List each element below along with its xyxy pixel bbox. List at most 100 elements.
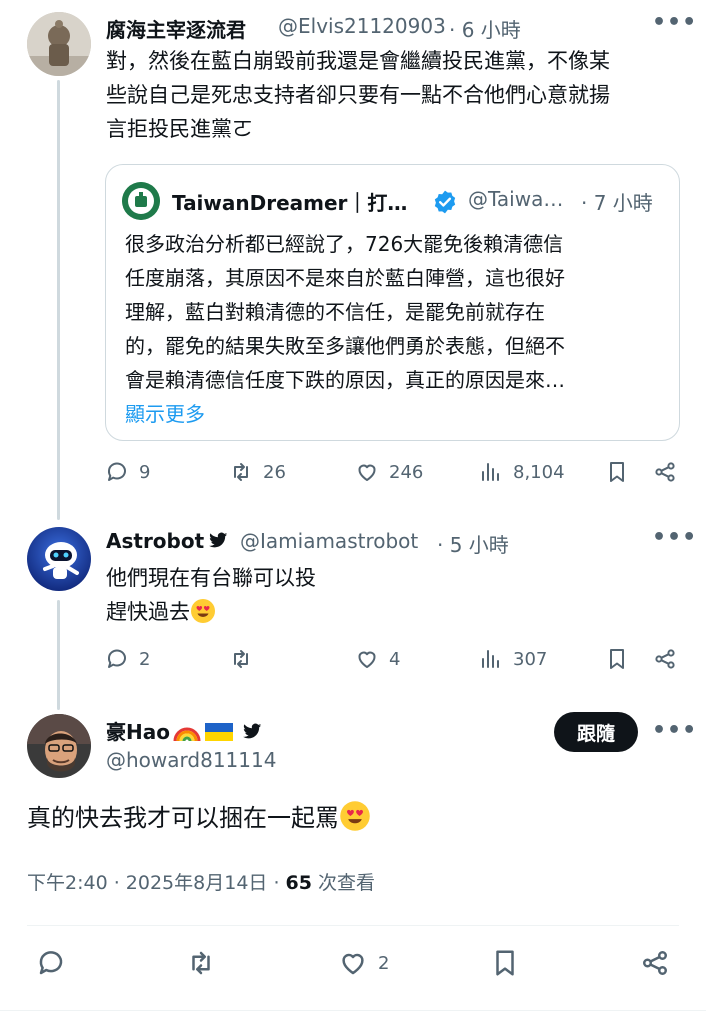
display-name[interactable]: 豪Hao: [106, 716, 264, 745]
like-button[interactable]: 246: [355, 460, 423, 484]
tweet-text-line: 對，然後在藍白崩毀前我還是會繼續投民進黨，不像某: [106, 49, 610, 73]
show-more-link[interactable]: 顯示更多: [125, 397, 665, 431]
tweet-actions: 2: [36, 948, 686, 984]
like-icon: [358, 651, 376, 668]
like-button[interactable]: 4: [355, 647, 400, 671]
views-icon: [482, 463, 499, 481]
reply-icon: [39, 951, 63, 975]
retweet-button[interactable]: [186, 948, 216, 978]
user-handle[interactable]: @Elvis21120903: [278, 14, 446, 38]
more-icon[interactable]: •••: [652, 525, 697, 550]
timestamp-text: 下午2:40 · 2025年8月14日 ·: [27, 872, 286, 894]
share-icon: [655, 462, 675, 482]
tweet-1[interactable]: 腐海主宰逐流君 @Elvis21120903 · 6 小時 ••• 對，然後在藍…: [0, 0, 706, 505]
retweet-icon: [192, 951, 210, 975]
tweet-text-line: 趕快過去: [106, 595, 686, 629]
reply-count: 2: [139, 648, 151, 670]
heart-eyes-emoji-icon: [191, 599, 215, 623]
tweet-text-line: 他們現在有台聯可以投: [106, 566, 316, 590]
share-button[interactable]: [653, 647, 677, 671]
views-label: 次查看: [311, 872, 376, 894]
follow-button[interactable]: 跟隨: [554, 712, 638, 752]
bookmark-button[interactable]: [605, 460, 629, 484]
quote-handle[interactable]: @Taiwa…: [468, 187, 563, 211]
tweet-3-main: 豪Hao @howard811114 跟隨 ••• 真的快去我才可以捆在一起罵 …: [0, 700, 706, 1024]
heart-eyes-emoji-icon: [340, 801, 370, 831]
display-name[interactable]: 腐海主宰逐流君: [106, 14, 246, 43]
quote-text-line: 的，罷免的結果失敗至多讓他們勇於表態，但絕不: [125, 334, 565, 358]
avatar[interactable]: [27, 714, 91, 778]
like-count: 246: [389, 461, 424, 483]
quote-avatar[interactable]: [122, 182, 160, 220]
tweet-text-content: 真的快去我才可以捆在一起罵: [27, 804, 339, 832]
share-icon: [643, 951, 667, 975]
views-count: 8,104: [513, 461, 565, 483]
tweet-text-line-text: 趕快過去: [106, 600, 190, 624]
bookmark-icon: [610, 649, 624, 669]
quote-text-line: 理解，藍白對賴清德的不信任，是罷免前就存在: [125, 300, 545, 324]
rainbow-flag-icon: [173, 727, 201, 742]
views-button[interactable]: 8,104: [479, 460, 565, 484]
more-icon[interactable]: •••: [652, 718, 697, 743]
tweet-text: 他們現在有台聯可以投 趕快過去: [106, 561, 686, 629]
views-button[interactable]: 307: [479, 647, 547, 671]
retweet-icon: [234, 650, 248, 668]
bird-icon: [209, 532, 228, 548]
retweet-button[interactable]: [229, 647, 253, 671]
bookmark-button[interactable]: [605, 647, 629, 671]
quote-text-line: 會是賴清德信任度下跌的原因，真正的原因是來…: [125, 368, 565, 392]
bookmark-button[interactable]: [490, 948, 520, 978]
avatar[interactable]: [27, 12, 91, 76]
reply-button[interactable]: 9: [105, 460, 150, 484]
quote-text-line: 任度崩落，其原因不是來自於藍白陣營，這也很好: [125, 266, 565, 290]
quote-text: 很多政治分析都已經說了，726大罷免後賴清德信 任度崩落，其原因不是來自於藍白陣…: [125, 227, 665, 431]
display-name-text: 豪Hao: [106, 720, 170, 744]
retweet-count: 26: [263, 461, 286, 483]
statue-avatar-image: [27, 12, 91, 76]
bookmark-icon: [610, 462, 624, 482]
reply-button[interactable]: [36, 948, 66, 978]
tweet-text-line: 些說自己是死忠支持者卻只要有一點不合他們心意就揚: [106, 83, 610, 107]
tweet-timestamp[interactable]: 下午2:40 · 2025年8月14日 · 65 次查看: [27, 868, 375, 895]
post-time[interactable]: · 6 小時: [449, 14, 521, 43]
like-count: 2: [378, 952, 390, 974]
views-count: 307: [513, 648, 548, 670]
reply-button[interactable]: 2: [105, 647, 150, 671]
quote-display-name[interactable]: TaiwanDreamer｜打…: [172, 187, 407, 216]
tweet-text-line: 言拒投民進黨ㄛ: [106, 117, 253, 141]
share-button[interactable]: [653, 460, 677, 484]
more-icon[interactable]: •••: [652, 10, 697, 35]
divider: [27, 925, 679, 926]
tweet-actions: 2 4 307: [105, 647, 685, 679]
verified-badge-icon: [432, 189, 458, 219]
retweet-button[interactable]: 26: [229, 460, 286, 484]
user-handle[interactable]: @Iamiamastrobot: [240, 529, 418, 553]
reply-icon: [107, 462, 126, 481]
post-time[interactable]: · 5 小時: [437, 529, 509, 558]
quote-text-line: 很多政治分析都已經說了，726大罷免後賴清德信: [125, 232, 564, 256]
avatar[interactable]: [27, 527, 91, 591]
quoted-tweet[interactable]: TaiwanDreamer｜打… @Taiwa… · 7 小時 很多政治分析都已…: [105, 164, 680, 441]
tweet-text: 對，然後在藍白崩毀前我還是會繼續投民進黨，不像某 些說自己是死忠支持者卻只要有一…: [106, 44, 696, 146]
reply-icon: [107, 649, 126, 668]
reply-count: 9: [139, 461, 151, 483]
retweet-icon: [234, 463, 248, 481]
bird-icon: [242, 723, 262, 739]
astrobot-avatar-image: [27, 527, 91, 591]
ukraine-flag-icon: [204, 723, 233, 741]
tweet-2[interactable]: Astrobot @Iamiamastrobot · 5 小時 ••• 他們現在…: [0, 515, 706, 695]
views-count: 65: [285, 872, 312, 894]
user-handle[interactable]: @howard811114: [106, 748, 276, 772]
taiwan-dreamer-logo: [122, 182, 160, 220]
share-icon: [655, 649, 675, 669]
quote-time[interactable]: · 7 小時: [581, 187, 653, 216]
like-button[interactable]: 2: [338, 948, 389, 978]
tweet-text: 真的快去我才可以捆在一起罵: [27, 800, 371, 836]
like-icon: [342, 953, 364, 975]
display-name[interactable]: Astrobot: [106, 529, 230, 553]
like-count: 4: [389, 648, 401, 670]
display-name-text: Astrobot: [106, 529, 205, 553]
share-button[interactable]: [640, 948, 670, 978]
divider: [0, 1010, 706, 1011]
user-photo-avatar-image: [27, 714, 91, 778]
